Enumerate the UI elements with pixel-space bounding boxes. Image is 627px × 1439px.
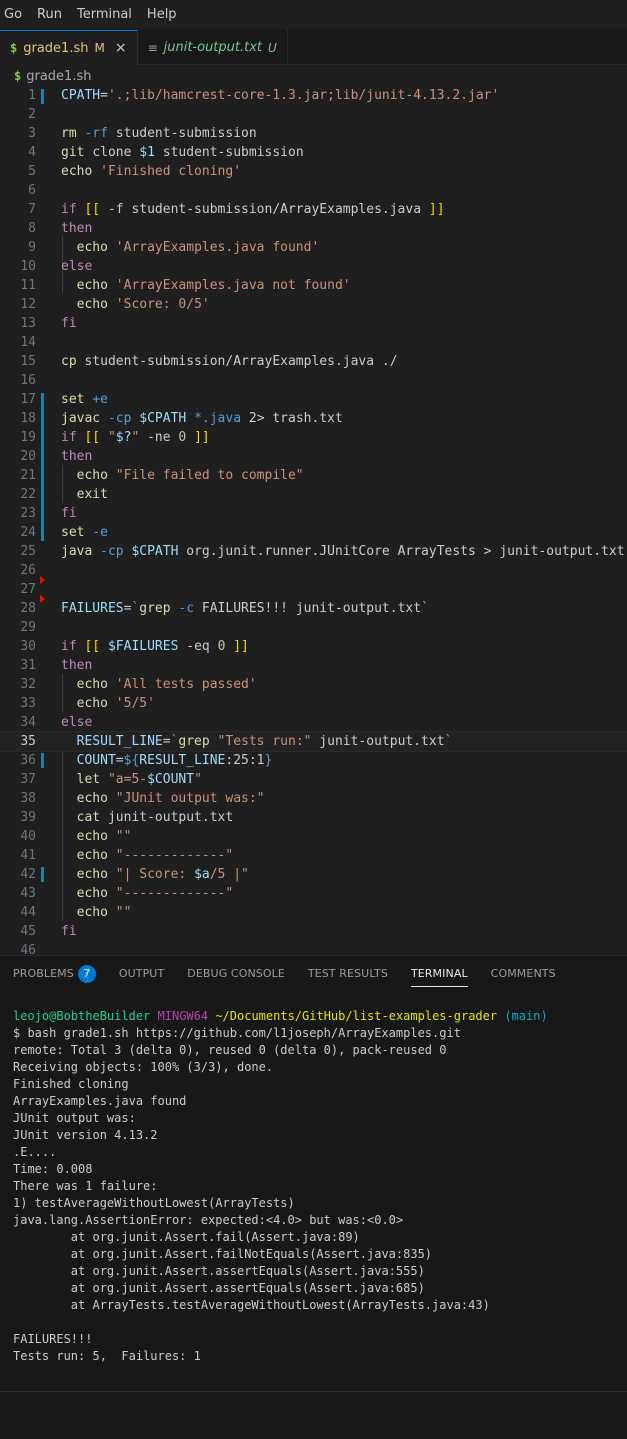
- tab-label: junit-output.txt: [163, 40, 263, 55]
- code-line: 32 echo 'All tests passed': [20, 677, 257, 692]
- code-line: 5 echo 'Finished cloning': [28, 164, 242, 179]
- code-line: 40 echo "": [20, 829, 132, 844]
- code-line: 46: [20, 943, 36, 954]
- code-line: 11 echo 'ArrayExamples.java not found': [20, 278, 351, 293]
- code-line: 24 set -e: [20, 525, 108, 540]
- code-line: 44 echo "": [20, 905, 132, 920]
- code-line: 13 fi: [20, 316, 77, 331]
- code-line: 15 cp student-submission/ArrayExamples.ja…: [20, 354, 398, 369]
- menu-go[interactable]: Go: [0, 0, 29, 30]
- panel-tab-bar: PROBLEMS 7 OUTPUT DEBUG CONSOLE TEST RESU…: [0, 956, 566, 992]
- code-line: 1 CPATH='.;lib/hamcrest-core-1.3.jar;lib/…: [28, 88, 500, 103]
- code-line: 2: [28, 107, 36, 122]
- code-line: 36 COUNT=${RESULT_LINE:25:1}: [20, 753, 273, 768]
- terminal-output-text: remote: Total 3 (delta 0), reused 0 (del…: [13, 1043, 490, 1363]
- code-line: 6: [28, 183, 36, 198]
- code-line: 22 exit: [20, 487, 108, 502]
- code-line-current: 35 RESULT_LINE=`grep "Tests run:" junit-…: [0, 731, 627, 752]
- code-line: 14: [20, 335, 36, 350]
- code-line: 7 if [[ -f student-submission/ArrayExampl…: [28, 202, 445, 217]
- code-line: 4 git clone $1 student-submission: [28, 145, 304, 160]
- code-line: 39 cat junit-output.txt: [20, 810, 234, 825]
- tab-comments[interactable]: COMMENTS: [491, 956, 556, 992]
- code-line: 26: [20, 563, 36, 578]
- code-line: 28 FAILURES=`grep -c FAILURES!!! junit-ou…: [20, 601, 429, 616]
- untracked-badge: U: [268, 40, 277, 55]
- code-line: 17 set +e: [20, 392, 108, 407]
- code-line: 41 echo "-------------": [20, 848, 234, 863]
- tab-terminal[interactable]: TERMINAL: [410, 956, 468, 992]
- code-line: 9 echo 'ArrayExamples.java found': [28, 240, 320, 255]
- code-line: 18 javac -cp $CPATH *.java 2> trash.txt: [20, 411, 343, 426]
- tab-debug-console[interactable]: DEBUG CONSOLE: [187, 956, 285, 992]
- code-line: 42 echo "| Score: $a/5 |": [20, 867, 249, 882]
- problems-count-badge: 7: [77, 965, 96, 983]
- terminal-command: $ bash grade1.sh https://github.com/l1jo…: [13, 1026, 461, 1040]
- code-line: 34 else: [20, 715, 93, 730]
- tab-problems[interactable]: PROBLEMS 7: [13, 956, 96, 992]
- prompt-host: MINGW64: [157, 1009, 209, 1023]
- menu-help[interactable]: Help: [143, 0, 184, 30]
- code-line: 30 if [[ $FAILURES -eq 0 ]]: [20, 639, 249, 654]
- tab-output[interactable]: OUTPUT: [119, 956, 164, 992]
- close-icon[interactable]: ×: [115, 40, 127, 56]
- breadcrumb-file[interactable]: grade1.sh: [26, 69, 91, 84]
- code-line: 12 echo 'Score: 0/5': [20, 297, 210, 312]
- text-file-icon: ≡: [147, 40, 158, 55]
- code-line: 23 fi: [20, 506, 77, 521]
- code-line: 29: [20, 620, 36, 635]
- code-line: 8 then: [28, 221, 93, 236]
- prompt-path: ~/Documents/GitHub/list-examples-grader: [215, 1009, 498, 1023]
- breadcrumb: $ grade1.sh: [0, 66, 627, 86]
- code-editor[interactable]: 1 CPATH='.;lib/hamcrest-core-1.3.jar;lib/…: [0, 86, 627, 954]
- shell-file-icon: $: [10, 41, 18, 55]
- tab-test-results[interactable]: TEST RESULTS: [308, 956, 388, 992]
- tab-grade1-sh[interactable]: $ grade1.sh M ×: [0, 30, 138, 65]
- modified-badge: M: [94, 41, 105, 55]
- code-line: 31 then: [20, 658, 93, 673]
- tab-junit-output[interactable]: ≡ junit-output.txt U: [138, 30, 288, 65]
- menu-terminal[interactable]: Terminal: [73, 0, 139, 30]
- code-line: 19 if [[ "$?" -ne 0 ]]: [20, 430, 210, 445]
- code-line: 43 echo "-------------": [20, 886, 234, 901]
- tab-label: grade1.sh: [23, 40, 89, 56]
- code-line: 45 fi: [20, 924, 77, 939]
- code-line: 21 echo "File failed to compile": [20, 468, 304, 483]
- terminal-empty-area: [0, 1391, 627, 1439]
- code-line: 38 echo "JUnit output was:": [20, 791, 265, 806]
- menu-bar: Go Run Terminal Help: [0, 0, 627, 30]
- code-line: 16: [20, 373, 36, 388]
- terminal-output[interactable]: leojo@BobtheBuilder MINGW64 ~/Documents/…: [13, 1008, 623, 1365]
- prompt-user: leojo@BobtheBuilder: [13, 1009, 151, 1023]
- menu-run[interactable]: Run: [33, 0, 69, 30]
- code-line: 27: [20, 582, 36, 597]
- code-line: 10 else: [20, 259, 93, 274]
- editor-tab-bar: $ grade1.sh M × ≡ junit-output.txt U: [0, 30, 627, 65]
- shell-file-icon: $: [14, 69, 22, 83]
- code-line: 20 then: [20, 449, 93, 464]
- prompt-branch: (main): [504, 1009, 548, 1023]
- bottom-panel: PROBLEMS 7 OUTPUT DEBUG CONSOLE TEST RESU…: [0, 955, 627, 1439]
- code-line: 33 echo '5/5': [20, 696, 155, 711]
- code-line: 25 java -cp $CPATH org.junit.runner.JUnit…: [20, 544, 625, 559]
- code-line: 37 let "a=5-$COUNT": [20, 772, 202, 787]
- code-line: 3 rm -rf student-submission: [28, 126, 257, 141]
